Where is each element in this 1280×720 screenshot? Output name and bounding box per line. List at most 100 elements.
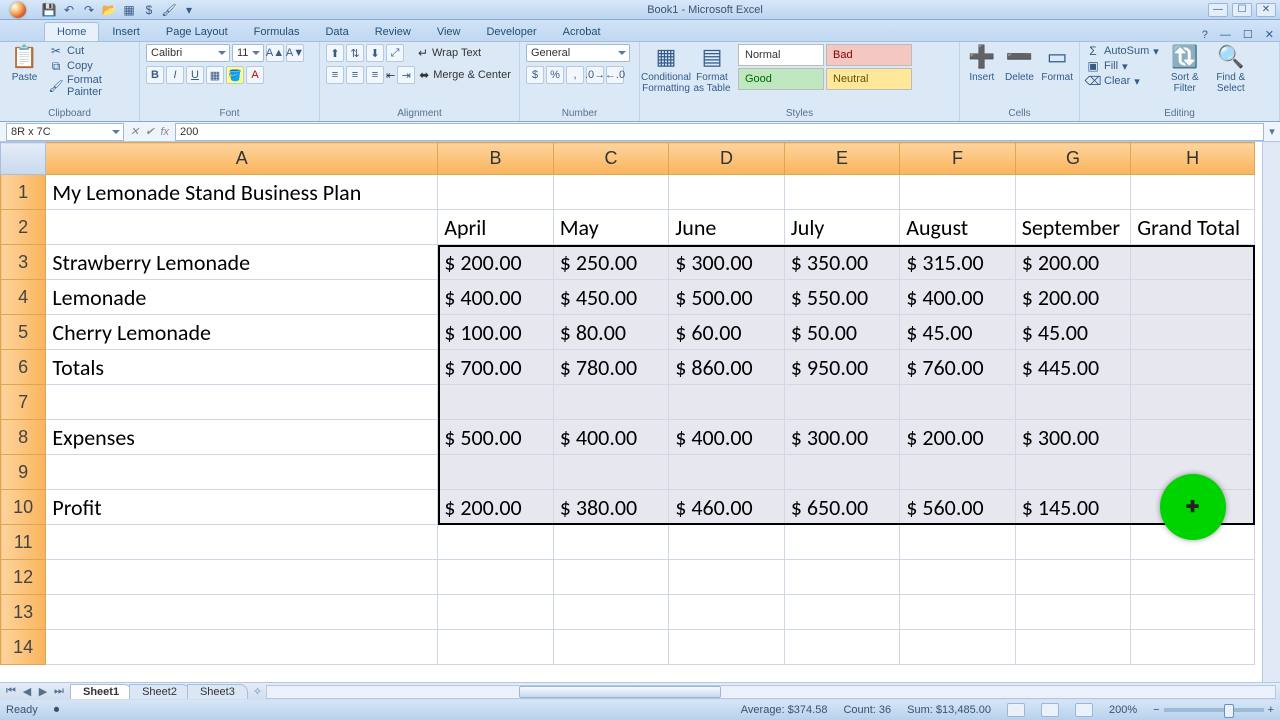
bold-button[interactable]: B — [146, 66, 164, 84]
cell[interactable] — [438, 385, 554, 420]
tab-insert[interactable]: Insert — [99, 22, 153, 41]
cell[interactable] — [46, 595, 438, 630]
number-format-combo[interactable]: General — [526, 44, 630, 62]
cell[interactable]: Expenses — [46, 420, 438, 455]
accounting-button[interactable]: $ — [526, 66, 544, 84]
cell[interactable] — [669, 175, 785, 210]
cell[interactable] — [553, 560, 669, 595]
row-header-10[interactable]: 10 — [1, 490, 46, 525]
cell[interactable]: Totals — [46, 350, 438, 385]
cell[interactable]: April — [438, 210, 554, 245]
decrease-decimal-button[interactable]: ←.0 — [606, 66, 624, 84]
cell[interactable] — [438, 525, 554, 560]
cell[interactable]: $ 860.00 — [669, 350, 785, 385]
cell[interactable] — [553, 455, 669, 490]
cell[interactable] — [1015, 455, 1131, 490]
cell[interactable] — [900, 175, 1016, 210]
cell[interactable] — [438, 175, 554, 210]
cell[interactable] — [900, 385, 1016, 420]
cell[interactable]: Strawberry Lemonade — [46, 245, 438, 280]
cell[interactable] — [900, 525, 1016, 560]
cell[interactable]: $ 200.00 — [1015, 280, 1131, 315]
style-bad[interactable]: Bad — [826, 44, 912, 66]
paste-button[interactable]: 📋 Paste — [6, 44, 43, 83]
font-size-combo[interactable]: 11 — [232, 44, 264, 62]
help-icon[interactable]: ? — [1196, 29, 1214, 41]
chevron-down-icon[interactable]: ▾ — [182, 3, 196, 17]
cell[interactable]: $ 50.00 — [784, 315, 900, 350]
format-cells-button[interactable]: ▭Format — [1041, 44, 1073, 83]
cell[interactable]: Profit — [46, 490, 438, 525]
cell[interactable] — [438, 560, 554, 595]
format-painter-icon[interactable]: 🖌 — [162, 3, 176, 17]
cell[interactable] — [784, 525, 900, 560]
cell[interactable] — [1015, 560, 1131, 595]
fill-button[interactable]: ▣Fill ▾ — [1086, 59, 1159, 73]
align-bottom-button[interactable]: ⬇ — [366, 44, 384, 62]
cell[interactable]: $ 950.00 — [784, 350, 900, 385]
cell[interactable]: $ 315.00 — [900, 245, 1016, 280]
col-header-D[interactable]: D — [669, 143, 785, 175]
col-header-C[interactable]: C — [553, 143, 669, 175]
tab-formulas[interactable]: Formulas — [241, 22, 313, 41]
minimize-ribbon-button[interactable]: — — [1214, 29, 1237, 41]
expand-formula-bar-button[interactable]: ▾ — [1264, 125, 1280, 138]
font-name-combo[interactable]: Calibri — [146, 44, 230, 62]
cell[interactable] — [669, 455, 785, 490]
cell[interactable] — [669, 385, 785, 420]
row-header-4[interactable]: 4 — [1, 280, 46, 315]
cell[interactable]: $ 300.00 — [784, 420, 900, 455]
horizontal-scrollbar[interactable] — [266, 685, 1276, 699]
comma-button[interactable]: , — [566, 66, 584, 84]
cell[interactable]: $ 760.00 — [900, 350, 1016, 385]
cell[interactable] — [1131, 175, 1255, 210]
table-icon[interactable]: ▦ — [122, 3, 136, 17]
col-header-A[interactable]: A — [46, 143, 438, 175]
cell[interactable]: $ 400.00 — [438, 280, 554, 315]
col-header-H[interactable]: H — [1131, 143, 1255, 175]
cell[interactable] — [900, 630, 1016, 665]
cell[interactable]: Lemonade — [46, 280, 438, 315]
increase-decimal-button[interactable]: .0→ — [586, 66, 604, 84]
col-header-B[interactable]: B — [438, 143, 554, 175]
cell[interactable] — [438, 630, 554, 665]
cell[interactable] — [1015, 525, 1131, 560]
sheet-tab-2[interactable]: Sheet2 — [129, 684, 190, 699]
cell[interactable] — [1131, 385, 1255, 420]
style-neutral[interactable]: Neutral — [826, 68, 912, 90]
row-header-5[interactable]: 5 — [1, 315, 46, 350]
row-header-1[interactable]: 1 — [1, 175, 46, 210]
cell[interactable]: $ 500.00 — [669, 280, 785, 315]
office-button[interactable] — [0, 0, 36, 20]
cell[interactable]: $ 100.00 — [438, 315, 554, 350]
cell[interactable] — [1015, 175, 1131, 210]
redo-icon[interactable]: ↷ — [82, 3, 96, 17]
tab-acrobat[interactable]: Acrobat — [550, 22, 614, 41]
zoom-in-button[interactable]: + — [1268, 704, 1274, 716]
cell[interactable]: $ 200.00 — [438, 490, 554, 525]
style-normal[interactable]: Normal — [738, 44, 824, 66]
cell[interactable]: June — [669, 210, 785, 245]
autosum-button[interactable]: ΣAutoSum ▾ — [1086, 44, 1159, 58]
cell[interactable] — [46, 210, 438, 245]
cell[interactable] — [46, 560, 438, 595]
cell[interactable] — [438, 455, 554, 490]
orientation-button[interactable]: ⤢ — [386, 44, 404, 62]
sort-filter-button[interactable]: 🔃Sort & Filter — [1165, 44, 1205, 94]
cell[interactable] — [1015, 385, 1131, 420]
cell[interactable]: $ 650.00 — [784, 490, 900, 525]
cell[interactable] — [669, 525, 785, 560]
cell[interactable]: $ 200.00 — [1015, 245, 1131, 280]
cell[interactable] — [553, 385, 669, 420]
fill-color-button[interactable]: 🪣 — [226, 66, 244, 84]
cell[interactable] — [1131, 315, 1255, 350]
cell[interactable] — [553, 630, 669, 665]
tab-review[interactable]: Review — [362, 22, 424, 41]
border-button[interactable]: ▦ — [206, 66, 224, 84]
cell[interactable]: My Lemonade Stand Business Plan — [46, 175, 438, 210]
cell[interactable]: $ 60.00 — [669, 315, 785, 350]
merge-center-button[interactable]: Merge & Center — [433, 69, 511, 81]
shrink-font-button[interactable]: A▼ — [286, 44, 304, 62]
zoom-level[interactable]: 200% — [1109, 704, 1137, 716]
formula-input[interactable]: 200 — [175, 123, 1264, 141]
